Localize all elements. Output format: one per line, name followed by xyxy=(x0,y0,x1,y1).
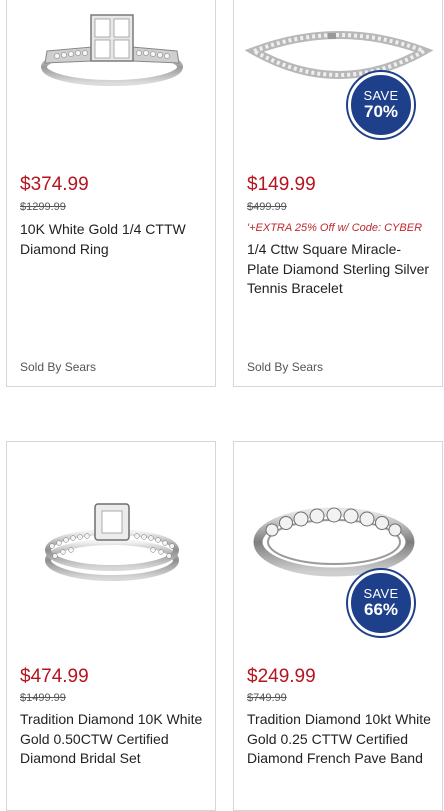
original-price: $1499.99 xyxy=(20,692,66,704)
save-badge-percent: 66% xyxy=(363,600,399,619)
original-price: $1299.99 xyxy=(20,201,66,213)
original-price: $499.99 xyxy=(247,201,287,213)
save-badge-percent: 70% xyxy=(363,102,399,121)
save-badge: SAVE 66% xyxy=(348,570,414,636)
product-image[interactable]: SAVE 66% xyxy=(234,442,442,636)
product-title[interactable]: 1/4 Cttw Square Miracle-Plate Diamond St… xyxy=(247,240,432,299)
sale-price: $249.99 xyxy=(247,666,316,687)
product-card[interactable]: $374.99 $1299.99 10K White Gold 1/4 CTTW… xyxy=(6,0,216,387)
seller-label: Sold By Sears xyxy=(20,360,97,374)
product-title[interactable]: 10K White Gold 1/4 CTTW Diamond Ring xyxy=(20,220,205,259)
seller-label: Sold By Sears xyxy=(247,360,324,374)
bracelet-icon xyxy=(244,31,434,79)
product-title[interactable]: Tradition Diamond 10K White Gold 0.50CTW… xyxy=(20,710,205,769)
sale-price: $474.99 xyxy=(20,666,89,687)
product-card[interactable]: $474.99 $1499.99 Tradition Diamond 10K W… xyxy=(6,441,216,811)
save-badge-label: SAVE xyxy=(363,586,399,601)
product-image[interactable]: SAVE 70% xyxy=(234,0,442,159)
promo-code-text: '+EXTRA 25% Off w/ Code: CYBER xyxy=(247,222,423,234)
bridal-set-icon xyxy=(45,503,179,581)
ring-icon xyxy=(41,14,183,86)
original-price: $749.99 xyxy=(247,692,287,704)
sale-price: $374.99 xyxy=(20,174,89,195)
sale-price: $149.99 xyxy=(247,174,316,195)
product-card[interactable]: SAVE 66% $249.99 $749.99 Tradition Diamo… xyxy=(233,441,443,811)
save-badge-label: SAVE xyxy=(363,88,399,103)
save-badge: SAVE 70% xyxy=(348,72,414,138)
product-card[interactable]: SAVE 70% $149.99 $499.99 '+EXTRA 25% Off… xyxy=(233,0,443,387)
product-image[interactable] xyxy=(7,442,215,602)
product-title[interactable]: Tradition Diamond 10kt White Gold 0.25 C… xyxy=(247,710,432,769)
product-image[interactable] xyxy=(7,0,215,159)
